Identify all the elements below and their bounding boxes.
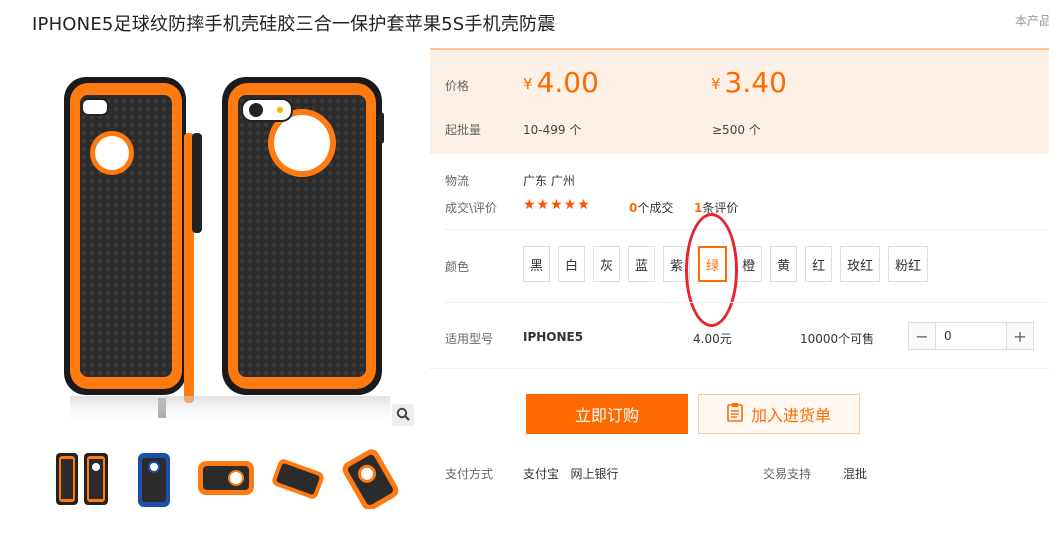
color-option-rose-red[interactable]: 玫红: [840, 246, 881, 282]
price-label: 价格: [445, 79, 470, 93]
price-value: 4.00: [536, 66, 599, 99]
logistics-label: 物流: [445, 174, 470, 188]
quantity-stepper: − 0 +: [908, 322, 1034, 350]
model-label: 适用型号: [445, 332, 494, 346]
payment-label: 支付方式: [445, 467, 494, 481]
color-label: 颜色: [445, 260, 470, 274]
color-option-yellow[interactable]: 黄: [770, 246, 798, 282]
divider: [430, 368, 1049, 369]
color-option-white[interactable]: 白: [558, 246, 586, 282]
color-option-black[interactable]: 黑: [523, 246, 551, 282]
order-now-button[interactable]: 立即订购: [526, 394, 688, 434]
divider: [444, 302, 1047, 303]
rating-label: 成交\评价: [445, 201, 498, 215]
payment-methods: 支付宝 网上银行: [523, 467, 619, 481]
thumbnail-strip: [52, 449, 400, 509]
deals-suffix: 个成交: [637, 201, 674, 215]
zoom-button[interactable]: [392, 404, 414, 426]
min-order-label: 起批量: [445, 123, 482, 137]
price-tier-1: ¥4.00: [523, 66, 599, 99]
min-order-tier-2: ≥500 个: [712, 123, 761, 137]
thumbnail-3[interactable]: [196, 449, 256, 509]
star-rating: ★★★★★: [523, 197, 591, 213]
model-price: 4.00元: [693, 332, 732, 346]
currency-symbol: ¥: [523, 75, 533, 93]
main-product-image[interactable]: [40, 58, 415, 430]
min-order-tier-1: 10-499 个: [523, 123, 582, 137]
clipboard-list-icon: [727, 402, 743, 426]
decrement-button[interactable]: −: [909, 323, 935, 349]
color-option-gray[interactable]: 灰: [593, 246, 621, 282]
magnifier-icon: [396, 407, 410, 424]
price-value: 3.40: [724, 66, 787, 99]
increment-button[interactable]: +: [1007, 323, 1033, 349]
thumbnail-5[interactable]: [340, 449, 400, 509]
add-to-cart-label: 加入进货单: [750, 406, 831, 425]
model-stock: 10000个可售: [800, 332, 875, 346]
deals-count-link[interactable]: 0个成交: [629, 199, 673, 216]
model-name: IPHONE5: [523, 330, 584, 344]
thumbnail-4[interactable]: [268, 449, 328, 509]
thumbnail-2[interactable]: [124, 449, 184, 509]
currency-symbol: ¥: [711, 75, 721, 93]
quantity-input[interactable]: 0: [935, 323, 1007, 349]
trade-support-value: 混批: [843, 467, 868, 481]
add-to-cart-button[interactable]: 加入进货单: [698, 394, 860, 434]
product-title: IPHONE5足球纹防摔手机壳硅胶三合一保护套苹果5S手机壳防震: [32, 14, 556, 35]
annotation-circle: [685, 213, 738, 327]
color-option-pink[interactable]: 粉红: [888, 246, 929, 282]
color-option-red[interactable]: 红: [805, 246, 833, 282]
truncated-side-text: 本产品: [1015, 14, 1049, 28]
price-tier-2: ¥3.40: [711, 66, 787, 99]
color-option-blue[interactable]: 蓝: [628, 246, 656, 282]
color-option-orange[interactable]: 橙: [735, 246, 763, 282]
price-panel: [430, 48, 1049, 154]
logistics-location: 广东 广州: [523, 174, 575, 188]
trade-support-label: 交易支持: [763, 467, 812, 481]
thumbnail-1[interactable]: [52, 449, 112, 509]
divider: [444, 229, 1047, 230]
